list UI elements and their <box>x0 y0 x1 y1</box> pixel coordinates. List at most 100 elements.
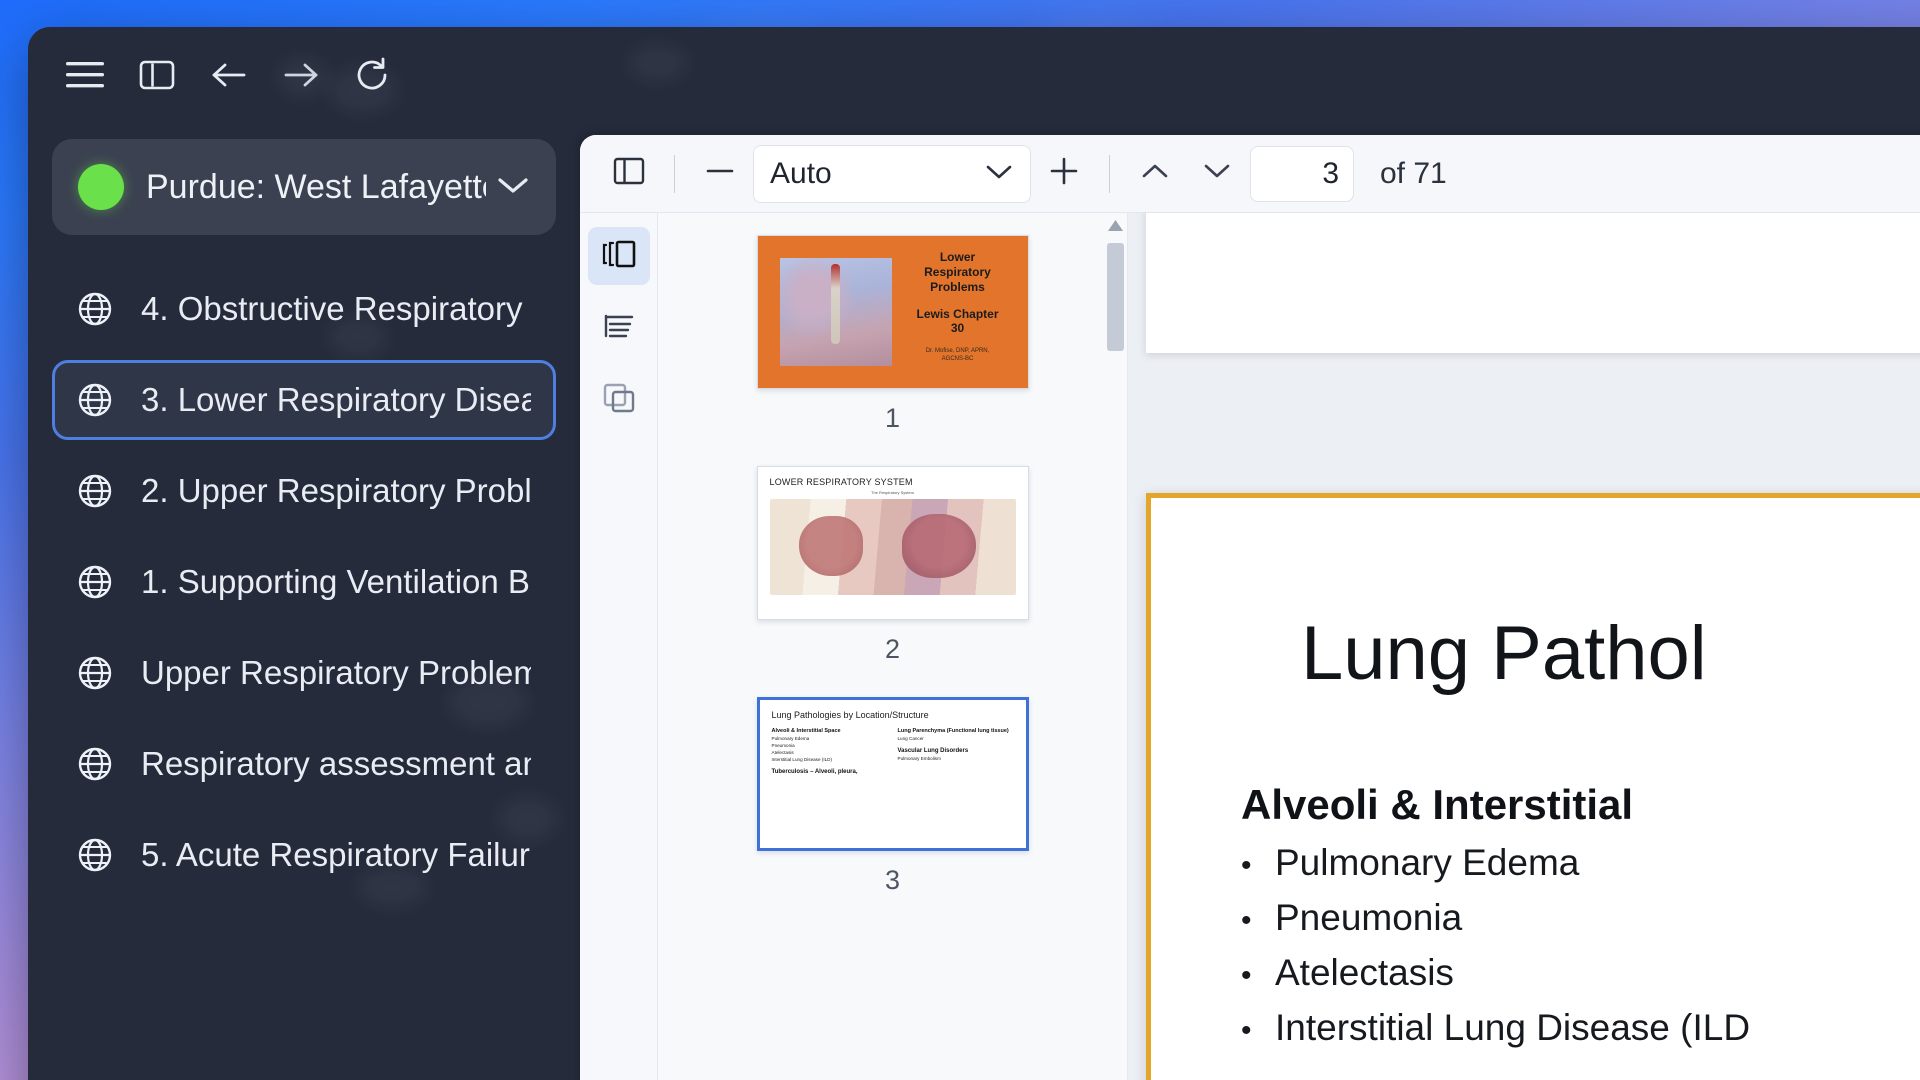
sidebar-item-label: 1. Supporting Ventilation B... <box>141 563 531 600</box>
arrow-left-icon <box>209 59 249 91</box>
forward-button[interactable] <box>270 44 332 106</box>
sidebar-nav-list: 4. Obstructive Respiratory ... 3. Lower … <box>52 269 556 895</box>
toolbar-divider <box>1109 154 1110 193</box>
thumbnail-columns: Alveoli & Interstitial Space Pulmonary E… <box>772 728 1014 775</box>
attachments-icon <box>602 382 636 419</box>
globe-icon <box>77 655 119 691</box>
slide-bullet-label: Pneumonia <box>1275 897 1463 938</box>
slide-section-heading: Alveoli & Interstitial <box>1241 781 1634 828</box>
thumbnail-illustration <box>779 258 892 366</box>
reload-icon <box>354 57 392 93</box>
sidebar-item-supporting-ventilation[interactable]: 1. Supporting Ventilation B... <box>52 542 556 622</box>
thumbnail-caption: The Respiratory System <box>871 490 914 495</box>
thumbnail-list: Lower Respiratory Problems Lewis Chapter… <box>658 213 1127 918</box>
chevron-down-icon[interactable] <box>496 174 530 201</box>
chevron-down-icon <box>984 161 1014 186</box>
previous-page-button[interactable] <box>1126 145 1184 203</box>
slide-title: Lung Pathol <box>1301 611 1707 696</box>
bullet-dot-icon: • <box>1241 904 1252 937</box>
pdf-side-rail <box>580 213 658 1080</box>
globe-icon <box>77 382 119 418</box>
bullet-dot-icon: • <box>1241 849 1252 882</box>
thumbnails-view-button[interactable] <box>587 227 650 285</box>
sidebar-item-label: 5. Acute Respiratory Failure... <box>141 836 531 873</box>
browser-window: Purdue: West Lafayette 4. Obstructive Re… <box>28 27 1920 1080</box>
zoom-level-select[interactable]: Auto <box>753 144 1031 203</box>
profile-status-dot <box>78 164 124 210</box>
chevron-down-icon <box>1200 159 1234 188</box>
sidebar-item-label: Respiratory assessment an... <box>141 745 531 782</box>
back-button[interactable] <box>198 44 260 106</box>
scrollbar-thumb[interactable] <box>1106 243 1124 351</box>
thumbnail-author-line: Dr. Mofise, DNP, APRN, <box>925 347 990 354</box>
browser-toolbar <box>28 27 1920 123</box>
thumbnail-heading: Lung Pathologies by Location/Structure <box>771 710 929 720</box>
sidebar-item-label: Upper Respiratory Problem... <box>141 654 531 691</box>
thumbnail-title-line: Lower <box>939 250 976 264</box>
slide-bullet-label: Pulmonary Edema <box>1275 842 1580 883</box>
thumbnail-column-right: Lung Parenchyma (Functional lung tissue)… <box>898 728 1014 775</box>
scroll-up-arrow-icon[interactable] <box>1107 219 1124 237</box>
sidebar-item-upper-respiratory-problems[interactable]: 2. Upper Respiratory Probl... <box>52 451 556 531</box>
thumbnail-illustration <box>769 499 1016 595</box>
bullet-dot-icon: • <box>1241 1014 1252 1047</box>
thumbnail-item[interactable]: Lower Respiratory Problems Lewis Chapter… <box>756 235 1029 456</box>
sidebar-item-label: 2. Upper Respiratory Probl... <box>141 472 531 509</box>
arrow-right-icon <box>281 59 321 91</box>
outline-icon <box>602 311 636 346</box>
sidebar-item-respiratory-assessment[interactable]: Respiratory assessment an... <box>52 724 556 804</box>
next-page-button[interactable] <box>1188 145 1246 203</box>
thumbnail-col-item: Interstitial Lung Disease (ILD) <box>771 757 833 762</box>
pdf-page-previous <box>1146 213 1920 353</box>
thumbnail-title-line: Respiratory <box>924 265 991 279</box>
thumbnail-col-bold: Vascular Lung Disorders <box>897 748 969 754</box>
sidebar-item-lower-respiratory-diseases[interactable]: 3. Lower Respiratory Diseas... <box>52 360 556 440</box>
toggle-sidebar-button[interactable] <box>126 44 188 106</box>
thumbnail-page-2[interactable]: LOWER RESPIRATORY SYSTEM The Respiratory… <box>756 466 1029 620</box>
thumbnail-page-3[interactable]: Lung Pathologies by Location/Structure A… <box>756 697 1029 851</box>
sidebar-item-acute-respiratory-failure[interactable]: 5. Acute Respiratory Failure... <box>52 815 556 895</box>
pdf-page-view[interactable]: Lung Pathol Alveoli & Interstitial • Pul… <box>1128 213 1920 1080</box>
profile-selector[interactable]: Purdue: West Lafayette <box>52 139 556 235</box>
sidebar-item-label: 3. Lower Respiratory Diseas... <box>141 381 531 418</box>
slide-bullet-label: Atelectasis <box>1275 952 1454 993</box>
thumbnail-col-item: Atelectasis <box>771 750 794 755</box>
document-outline-button[interactable] <box>588 299 650 357</box>
profile-name-label: Purdue: West Lafayette <box>146 167 486 206</box>
chevron-up-icon <box>1138 159 1172 188</box>
zoom-out-button[interactable] <box>691 145 749 203</box>
sidebar-panel-icon <box>612 154 646 193</box>
thumbnail-number: 1 <box>884 403 901 433</box>
minus-icon <box>702 153 738 194</box>
pdf-thumbnail-pane[interactable]: Lower Respiratory Problems Lewis Chapter… <box>658 213 1128 1080</box>
thumbnail-page-1[interactable]: Lower Respiratory Problems Lewis Chapter… <box>756 235 1029 389</box>
globe-icon <box>77 746 119 782</box>
page-number-input[interactable]: 3 <box>1250 145 1354 202</box>
browser-sidebar: Purdue: West Lafayette 4. Obstructive Re… <box>28 123 580 1080</box>
globe-icon <box>77 564 119 600</box>
thumbnail-col-item: Pulmonary Edema <box>771 736 810 741</box>
thumbnail-number: 3 <box>884 865 901 895</box>
thumbnail-col-bold: Tuberculosis – Alveoli, pleura, <box>771 769 858 775</box>
thumbnail-number: 2 <box>884 634 901 664</box>
zoom-level-value: Auto <box>770 156 832 190</box>
pdf-toggle-sidebar-button[interactable] <box>600 145 658 203</box>
pdf-toolbar: Auto 3 of 71 <box>580 135 1920 213</box>
thumbnail-item[interactable]: LOWER RESPIRATORY SYSTEM The Respiratory… <box>756 466 1029 687</box>
thumbnail-scrollbar[interactable] <box>1105 219 1125 1080</box>
attachments-button[interactable] <box>588 371 650 429</box>
zoom-in-button[interactable] <box>1035 145 1093 203</box>
thumbnail-col-item: Pulmonary Embolism <box>897 756 941 761</box>
sidebar-panel-icon <box>139 59 175 91</box>
globe-icon <box>77 837 119 873</box>
globe-icon <box>77 473 119 509</box>
plus-icon <box>1046 153 1082 194</box>
sidebar-item-upper-respiratory-problem[interactable]: Upper Respiratory Problem... <box>52 633 556 713</box>
thumbnail-heading: LOWER RESPIRATORY SYSTEM <box>769 477 913 487</box>
hamburger-menu-button[interactable] <box>54 44 116 106</box>
sidebar-item-obstructive-respiratory[interactable]: 4. Obstructive Respiratory ... <box>52 269 556 349</box>
slide-bullet: • Atelectasis <box>1241 952 1920 994</box>
reload-button[interactable] <box>342 44 404 106</box>
slide-bullet: • Pulmonary Edema <box>1241 842 1920 884</box>
thumbnail-item[interactable]: Lung Pathologies by Location/Structure A… <box>756 697 1029 918</box>
